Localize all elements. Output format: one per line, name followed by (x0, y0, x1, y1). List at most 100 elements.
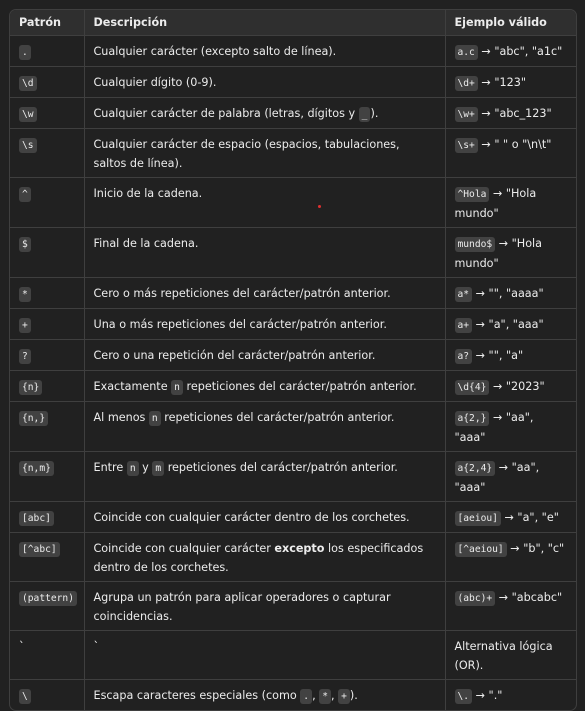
example-cell: a{2,4} → "aa", "aaa" (445, 451, 576, 502)
pattern-code: * (19, 287, 31, 302)
table-header: Patrón Descripción Ejemplo válido (10, 10, 576, 36)
example-cell: ^Hola → "Hola mundo" (445, 177, 576, 228)
description-text: Agrupa un patrón para aplicar operadores… (93, 591, 391, 623)
example-text: → "abcabc" (495, 591, 563, 604)
table-row: \d Cualquier dígito (0-9). \d+ → "123" (10, 66, 576, 98)
pattern-code: {n,m} (19, 461, 54, 476)
inline-code: * (319, 689, 331, 704)
description-text: Cualquier carácter (excepto salto de lín… (93, 45, 337, 58)
table-row: ? Cero o una repetición del carácter/patr… (10, 339, 576, 371)
table-row: * Cero o más repeticiones del carácter/pa… (10, 277, 576, 309)
example-cell: a? → "", "a" (445, 339, 576, 371)
example-code: \s+ (454, 138, 478, 153)
description-text: ` (93, 640, 100, 653)
example-cell: a+ → "a", "aaa" (445, 308, 576, 340)
pattern-cell: \d (10, 66, 85, 98)
description-text: y (138, 461, 153, 474)
example-cell: [aeiou] → "a", "e" (445, 501, 576, 533)
description-text: Cualquier carácter de palabra (letras, d… (93, 107, 359, 120)
pattern-code: ^ (19, 187, 31, 202)
description-text: Coincide con cualquier carácter (93, 542, 275, 555)
pattern-cell: {n,m} (10, 451, 85, 502)
example-code: \d+ (454, 76, 478, 91)
table-row: ^ Inicio de la cadena. ^Hola → "Hola mundo… (10, 177, 576, 228)
example-code: \d{4} (454, 380, 490, 395)
example-cell: (abc)+ → "abcabc" (445, 581, 576, 631)
pattern-cell: {n,} (10, 401, 85, 452)
pattern-code: $ (19, 237, 31, 252)
description-text: repeticiones del carácter/patrón anterio… (160, 411, 395, 424)
example-text: → "abc", "a1c" (477, 45, 563, 58)
pattern-code: (pattern) (19, 591, 77, 606)
description-text: Final de la cadena. (93, 237, 199, 250)
pattern-cell: $ (10, 227, 85, 278)
description-text: Cualquier dígito (0-9). (93, 76, 217, 89)
inline-code: n (126, 461, 139, 476)
example-code: mundo$ (454, 237, 496, 252)
example-code: [aeiou] (454, 511, 501, 526)
description-text: Entre (93, 461, 127, 474)
description-cell: Una o más repeticiones del carácter/patr… (84, 308, 446, 340)
example-text: → "123" (477, 76, 526, 89)
description-cell: Cualquier carácter de espacio (espacios,… (84, 128, 446, 178)
pattern-cell: (pattern) (10, 581, 85, 631)
header-patron: Patrón (10, 10, 85, 36)
example-text: → " " o "\n\t" (477, 138, 552, 151)
description-text: Cero o más repeticiones del carácter/pat… (93, 287, 391, 300)
description-text: Al menos (93, 411, 149, 424)
example-text: → "", "aaaa" (472, 287, 544, 300)
pattern-code: \s (19, 138, 37, 153)
pattern-cell: {n} (10, 370, 85, 402)
description-cell: Cero o más repeticiones del carácter/pat… (84, 277, 446, 309)
inline-code: n (171, 380, 183, 395)
pattern-cell: [^abc] (10, 532, 85, 582)
table-row: {n,} Al menos n repeticiones del carácter… (10, 401, 576, 452)
example-text: → "2023" (489, 380, 545, 393)
table-row: \ Escapa caracteres especiales (como ., *… (10, 679, 576, 711)
pattern-cell: ? (10, 339, 85, 371)
example-cell: [^aeiou] → "b", "c" (445, 532, 576, 582)
example-code: a? (454, 349, 473, 364)
example-text: Alternativa lógica (OR). (454, 640, 553, 672)
example-text: → "b", "c" (506, 542, 565, 555)
pattern-cell: \w (10, 97, 85, 129)
example-cell: a* → "", "aaaa" (445, 277, 576, 309)
example-cell: \. → "." (445, 680, 576, 711)
pattern-text: ` (19, 640, 25, 653)
description-text: Una o más repeticiones del carácter/patr… (93, 318, 387, 331)
example-cell: \w+ → "abc_123" (445, 97, 576, 129)
example-code: a.c (454, 45, 478, 60)
table-row: \s Cualquier carácter de espacio (espacio… (10, 128, 576, 178)
table-row: . Cualquier carácter (excepto salto de lí… (10, 35, 576, 67)
example-code: a{2,4} (454, 461, 496, 476)
table-row: + Una o más repeticiones del carácter/pat… (10, 308, 576, 340)
description-text: ). (370, 107, 379, 120)
example-code: a+ (454, 318, 473, 333)
example-cell: \d{4} → "2023" (445, 370, 576, 402)
pattern-cell: * (10, 277, 85, 309)
description-cell: Cualquier carácter de palabra (letras, d… (84, 97, 446, 129)
description-cell: ` (84, 630, 446, 680)
pattern-code: [^abc] (19, 542, 60, 557)
description-cell: Coincide con cualquier carácter excepto … (84, 532, 446, 582)
description-text: repeticiones del carácter/patrón anterio… (164, 461, 398, 474)
pattern-cell: \s (10, 128, 85, 178)
description-text: Inicio de la cadena. (93, 187, 203, 200)
description-text: Coincide con cualquier carácter dentro d… (93, 511, 410, 524)
example-code: a{2,} (454, 411, 490, 426)
description-cell: Inicio de la cadena. (84, 177, 446, 228)
example-text: → "a", "aaa" (472, 318, 544, 331)
header-row: Patrón Descripción Ejemplo válido (10, 10, 576, 36)
inline-code: + (338, 689, 350, 704)
inline-code: n (148, 411, 161, 426)
regex-reference-table: Patrón Descripción Ejemplo válido . Cualq… (10, 10, 576, 710)
table-body: . Cualquier carácter (excepto salto de lí… (10, 35, 576, 711)
pattern-code: \ (19, 689, 31, 704)
example-code: [^aeiou] (454, 542, 507, 557)
pattern-code: . (19, 45, 31, 60)
description-cell: Coincide con cualquier carácter dentro d… (84, 501, 446, 533)
description-text: Escapa caracteres especiales (como (93, 689, 301, 702)
pattern-cell: + (10, 308, 85, 340)
example-cell: a.c → "abc", "a1c" (445, 35, 576, 67)
description-cell: Cualquier carácter (excepto salto de lín… (84, 35, 446, 67)
